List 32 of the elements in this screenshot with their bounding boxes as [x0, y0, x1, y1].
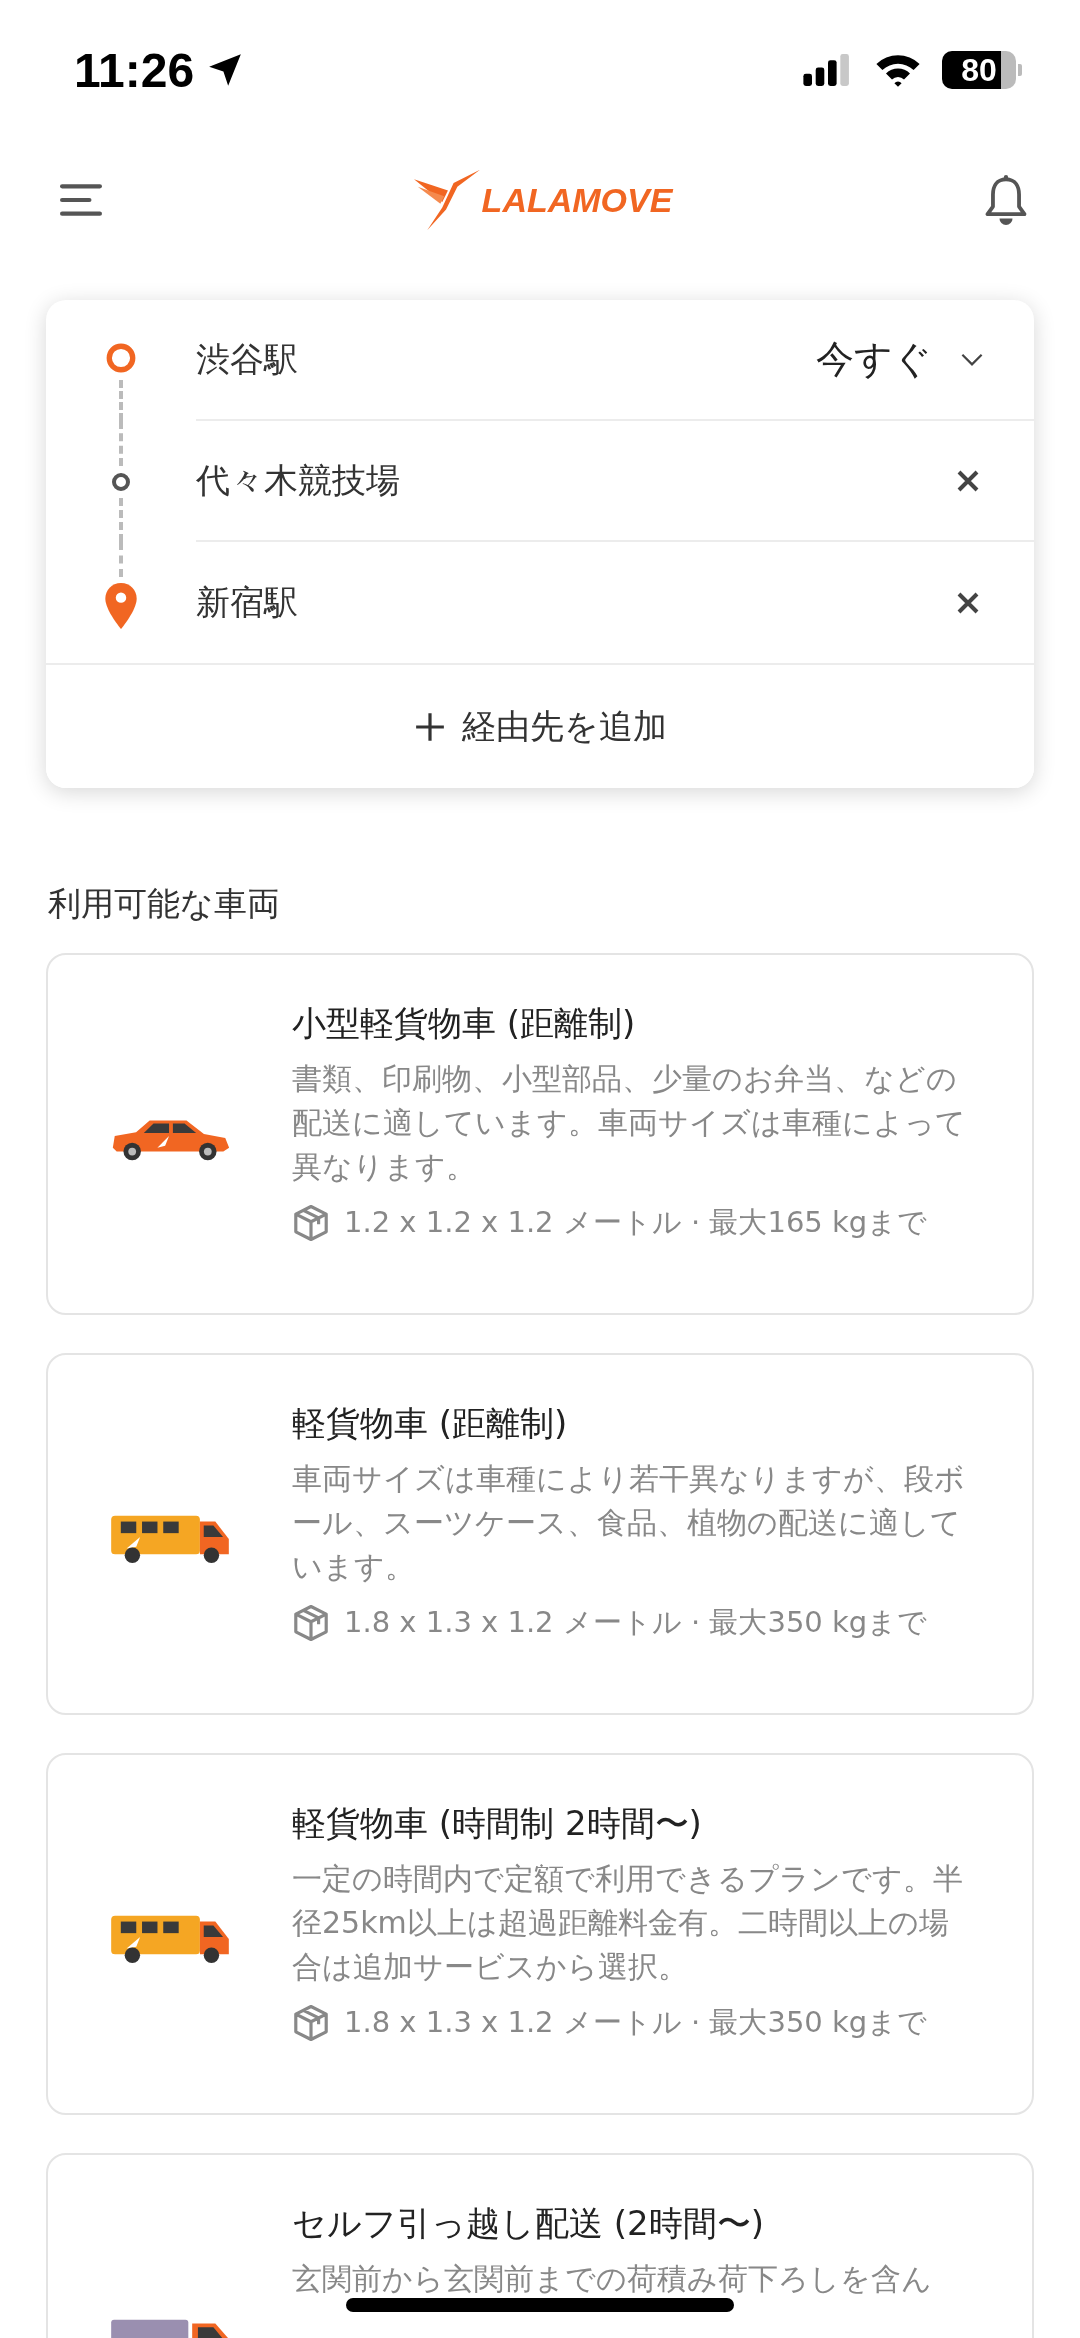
address-field[interactable]: 代々木競技場	[196, 457, 400, 504]
vehicle-card[interactable]: 軽貨物車 (時間制 2時間〜) 一定の時間内で定額で利用できるプランです。半径25km以上は超過距離料金有。二時間以上の場合は追加サービスから選択。 1.8 x 1.3 x 1.2 メートル · 最大350 kgまで	[46, 1753, 1034, 2115]
logo-text: LALAMOVE	[481, 180, 673, 220]
time-selector[interactable]: 今すぐ	[816, 334, 984, 385]
box-icon	[292, 1604, 330, 1642]
status-time: 11:26	[74, 42, 195, 98]
vehicle-description: 玄関前から玄関前までの荷積み荷下ろしを含ん	[292, 2260, 933, 2298]
vehicle-spec: 1.8 x 1.3 x 1.2 メートル · 最大350 kgまで	[344, 1604, 928, 1641]
vehicle-description: 書類、印刷物、小型部品、少量のお弁当、などの配送に適しています。車両サイズは車種によって異なります。	[292, 1060, 967, 1186]
vehicle-name: 軽貨物車 (時間制 2時間〜)	[292, 1802, 703, 1845]
vehicle-name: セルフ引っ越し配送 (2時間〜)	[292, 2202, 765, 2245]
address-field[interactable]: 渋谷駅	[196, 336, 298, 383]
section-title: 利用可能な車両	[48, 883, 281, 925]
plus-icon	[413, 710, 446, 743]
vehicle-description: 車両サイズは車種により若干異なりますが、段ボール、スーツケース、食品、植物の配送に適しています。	[292, 1460, 966, 1586]
vehicle-card[interactable]: 小型軽貨物車 (距離制) 書類、印刷物、小型部品、少量のお弁当、などの配送に適しています。車両サイズは車種によって異なります。 1.2 x 1.2 x 1.2 メートル · 最大165 kgまで	[46, 953, 1034, 1315]
box-icon	[292, 1204, 330, 1242]
vehicle-card[interactable]: 軽貨物車 (距離制) 車両サイズは車種により若干異なりますが、段ボール、スーツケース、食品、植物の配送に適しています。 1.8 x 1.3 x 1.2 メートル · 最大350 kgまで	[46, 1353, 1034, 1715]
vehicle-name: 軽貨物車 (距離制)	[292, 1402, 569, 1445]
vehicle-name: 小型軽貨物車 (距離制)	[292, 1002, 637, 1045]
bird-logo-icon	[413, 169, 480, 231]
vehicle-description: 一定の時間内で定額で利用できるプランです。半径25km以上は超過距離料金有。二時間以上の場合は追加サービスから選択。	[292, 1860, 964, 1986]
wifi-icon	[874, 52, 922, 88]
chevron-down-icon	[960, 352, 984, 367]
waypoint-circle-icon	[111, 471, 131, 492]
add-stop-button[interactable]: 経由先を追加	[46, 663, 1034, 788]
location-pin-icon	[105, 582, 137, 629]
origin-circle-icon	[105, 341, 137, 374]
vehicle-spec: 1.2 x 1.2 x 1.2 メートル · 最大165 kgまで	[344, 1204, 928, 1241]
vehicle-spec: 1.8 x 1.3 x 1.2 メートル · 最大350 kgまで	[344, 2004, 928, 2041]
address-field[interactable]: 新宿駅	[196, 579, 298, 626]
box-icon	[292, 2004, 330, 2042]
